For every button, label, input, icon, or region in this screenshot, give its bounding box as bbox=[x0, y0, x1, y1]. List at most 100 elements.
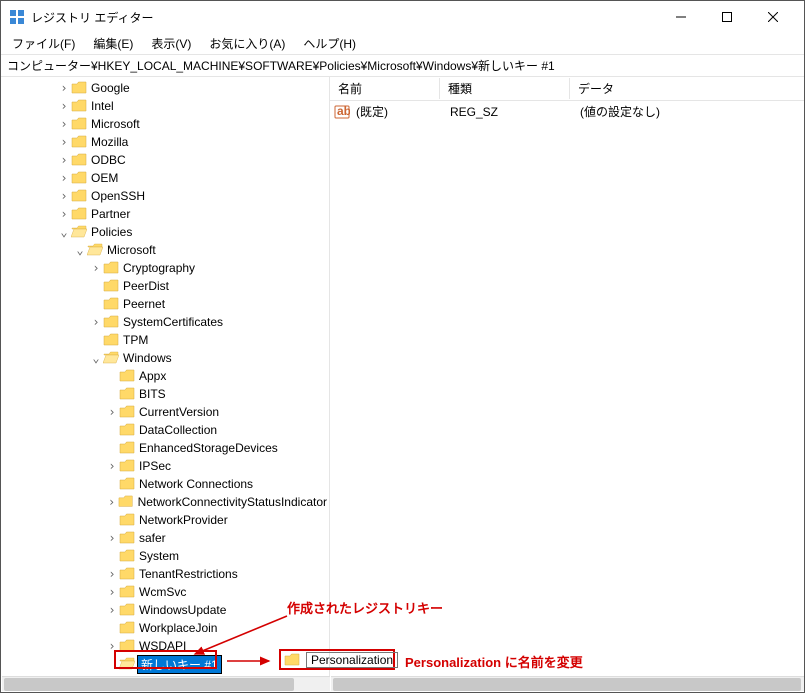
chevron-down-icon[interactable]: ⌄ bbox=[89, 351, 103, 365]
chevron-right-icon[interactable]: › bbox=[105, 567, 119, 581]
chevron-right-icon[interactable]: › bbox=[105, 603, 119, 617]
tree-node-label[interactable]: Network Connections bbox=[137, 477, 255, 491]
string-value-icon: ab bbox=[334, 104, 350, 120]
tree-node-label[interactable]: TPM bbox=[121, 333, 150, 347]
tree-node-label[interactable]: PeerDist bbox=[121, 279, 171, 293]
tree-node-label[interactable]: NetworkProvider bbox=[137, 513, 230, 527]
tree-node-label[interactable]: Windows bbox=[121, 351, 174, 365]
value-row[interactable]: ab (既定) REG_SZ (値の設定なし) bbox=[330, 101, 804, 122]
tree-node-label[interactable]: Google bbox=[89, 81, 132, 95]
chevron-right-icon[interactable]: › bbox=[57, 135, 71, 149]
tree-node[interactable]: › SystemCertificates bbox=[89, 313, 329, 331]
tree-node[interactable]: › Google bbox=[57, 79, 329, 97]
tree-node[interactable]: Network Connections bbox=[105, 475, 329, 493]
tree-node-label[interactable]: Appx bbox=[137, 369, 168, 383]
menu-favorites[interactable]: お気に入り(A) bbox=[202, 33, 292, 54]
chevron-right-icon[interactable]: › bbox=[105, 495, 118, 509]
folder-icon bbox=[103, 297, 119, 311]
tree-pane[interactable]: ›Google›Intel›Microsoft›Mozilla›ODBC›OEM… bbox=[1, 77, 330, 678]
address-bar[interactable]: コンピューター¥HKEY_LOCAL_MACHINE¥SOFTWARE¥Poli… bbox=[1, 55, 804, 77]
menu-file[interactable]: ファイル(F) bbox=[5, 33, 82, 54]
tree-node[interactable]: ⌄ Policies bbox=[57, 223, 329, 241]
tree-node[interactable]: › OpenSSH bbox=[57, 187, 329, 205]
tree-node[interactable]: › OEM bbox=[57, 169, 329, 187]
chevron-right-icon[interactable]: › bbox=[57, 207, 71, 221]
chevron-right-icon[interactable]: › bbox=[105, 585, 119, 599]
chevron-right-icon[interactable]: › bbox=[89, 315, 103, 329]
tree-node[interactable]: System bbox=[105, 547, 329, 565]
tree-node[interactable]: › Microsoft bbox=[57, 115, 329, 133]
tree-node[interactable]: TPM bbox=[89, 331, 329, 349]
chevron-right-icon[interactable]: › bbox=[57, 81, 71, 95]
minimize-button[interactable] bbox=[658, 2, 704, 32]
tree-node[interactable]: EnhancedStorageDevices bbox=[105, 439, 329, 457]
chevron-down-icon[interactable]: ⌄ bbox=[57, 225, 71, 239]
tree-node[interactable]: › IPSec bbox=[105, 457, 329, 475]
tree-node[interactable]: ⌄ Windows bbox=[89, 349, 329, 367]
col-data[interactable]: データ bbox=[570, 78, 804, 99]
chevron-right-icon[interactable]: › bbox=[105, 459, 119, 473]
tree-node-label[interactable]: Microsoft bbox=[89, 117, 142, 131]
folder-icon bbox=[119, 387, 135, 401]
tree-node-label[interactable]: WcmSvc bbox=[137, 585, 188, 599]
chevron-right-icon[interactable]: › bbox=[57, 99, 71, 113]
tree-node-label[interactable]: BITS bbox=[137, 387, 168, 401]
tree-node-label[interactable]: NetworkConnectivityStatusIndicator bbox=[136, 495, 329, 509]
chevron-down-icon[interactable]: ⌄ bbox=[73, 243, 87, 257]
chevron-right-icon[interactable]: › bbox=[57, 189, 71, 203]
scrollbar-h-tree[interactable] bbox=[2, 676, 330, 691]
chevron-right-icon[interactable]: › bbox=[57, 153, 71, 167]
tree-node-label[interactable]: Partner bbox=[89, 207, 132, 221]
tree-node-label[interactable]: Intel bbox=[89, 99, 116, 113]
tree-node[interactable]: ⌄ Microsoft bbox=[73, 241, 329, 259]
menu-view[interactable]: 表示(V) bbox=[144, 33, 198, 54]
tree-node-label[interactable]: CurrentVersion bbox=[137, 405, 221, 419]
tree-node[interactable]: DataCollection bbox=[105, 421, 329, 439]
col-type[interactable]: 種類 bbox=[440, 78, 570, 99]
menubar: ファイル(F) 編集(E) 表示(V) お気に入り(A) ヘルプ(H) bbox=[1, 33, 804, 55]
tree-node[interactable]: NetworkProvider bbox=[105, 511, 329, 529]
menu-help[interactable]: ヘルプ(H) bbox=[296, 33, 363, 54]
tree-node-label[interactable]: System bbox=[137, 549, 181, 563]
tree-node-label[interactable]: Policies bbox=[89, 225, 134, 239]
values-pane[interactable]: 名前 種類 データ ab (既定) REG_SZ (値の設定なし) bbox=[330, 77, 804, 678]
tree-node-label[interactable]: Cryptography bbox=[121, 261, 197, 275]
tree-node-label[interactable]: Mozilla bbox=[89, 135, 130, 149]
close-button[interactable] bbox=[750, 2, 796, 32]
tree-node[interactable]: › CurrentVersion bbox=[105, 403, 329, 421]
tree-node[interactable]: BITS bbox=[105, 385, 329, 403]
scrollbar-h-values[interactable] bbox=[331, 676, 804, 691]
tree-node-label[interactable]: DataCollection bbox=[137, 423, 219, 437]
tree-node[interactable]: PeerDist bbox=[89, 277, 329, 295]
tree-node-label[interactable]: IPSec bbox=[137, 459, 173, 473]
tree-node[interactable]: › TenantRestrictions bbox=[105, 565, 329, 583]
chevron-right-icon[interactable]: › bbox=[89, 261, 103, 275]
tree-node[interactable]: › NetworkConnectivityStatusIndicator bbox=[105, 493, 329, 511]
tree-node-label[interactable]: safer bbox=[137, 531, 168, 545]
chevron-right-icon[interactable]: › bbox=[57, 171, 71, 185]
tree-node-label[interactable]: OEM bbox=[89, 171, 120, 185]
tree-node-label[interactable]: Microsoft bbox=[105, 243, 158, 257]
tree-node-label[interactable]: EnhancedStorageDevices bbox=[137, 441, 280, 455]
tree-node[interactable]: › Intel bbox=[57, 97, 329, 115]
menu-edit[interactable]: 編集(E) bbox=[86, 33, 140, 54]
folder-icon bbox=[103, 351, 119, 365]
tree-node[interactable]: › Partner bbox=[57, 205, 329, 223]
chevron-right-icon[interactable]: › bbox=[57, 117, 71, 131]
tree-node[interactable]: › Mozilla bbox=[57, 133, 329, 151]
tree-node[interactable]: › Cryptography bbox=[89, 259, 329, 277]
tree-node[interactable]: › safer bbox=[105, 529, 329, 547]
col-name[interactable]: 名前 bbox=[330, 78, 440, 99]
tree-node-label[interactable]: OpenSSH bbox=[89, 189, 147, 203]
tree-node[interactable]: › ODBC bbox=[57, 151, 329, 169]
chevron-right-icon[interactable]: › bbox=[105, 405, 119, 419]
tree-node[interactable]: Appx bbox=[105, 367, 329, 385]
maximize-button[interactable] bbox=[704, 2, 750, 32]
tree-node[interactable]: Peernet bbox=[89, 295, 329, 313]
tree-node-label[interactable]: SystemCertificates bbox=[121, 315, 225, 329]
tree-node-label[interactable]: Peernet bbox=[121, 297, 167, 311]
rename-target-label: Personalization bbox=[306, 652, 398, 668]
chevron-right-icon[interactable]: › bbox=[105, 531, 119, 545]
tree-node-label[interactable]: ODBC bbox=[89, 153, 128, 167]
tree-node-label[interactable]: TenantRestrictions bbox=[137, 567, 240, 581]
